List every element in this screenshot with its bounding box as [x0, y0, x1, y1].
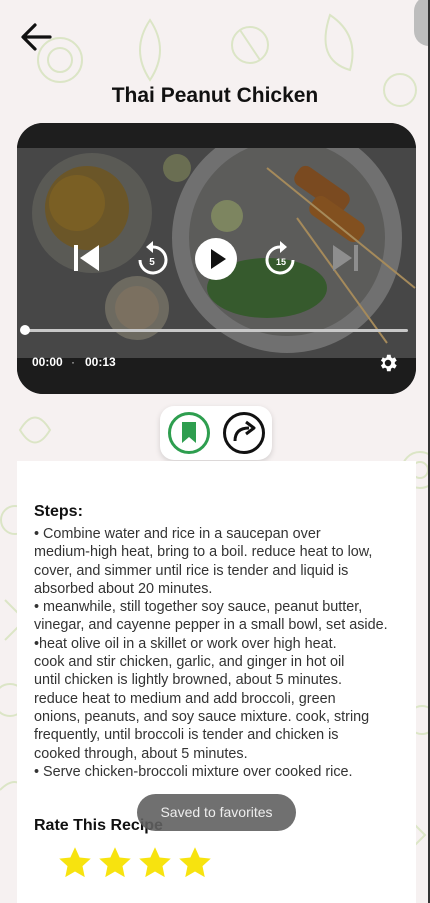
- recipe-title: Thai Peanut Chicken: [111, 84, 319, 107]
- video-player[interactable]: 5 15 00:00 · 00:13: [17, 123, 416, 394]
- star-icon[interactable]: [177, 845, 213, 881]
- bookmark-icon: [168, 412, 210, 454]
- back-button[interactable]: [16, 18, 56, 58]
- rewind-icon: 5: [138, 241, 168, 275]
- share-icon: [223, 412, 265, 454]
- rating-stars[interactable]: [57, 845, 213, 881]
- steps-text: • Combine water and rice in a saucepan o…: [34, 526, 388, 780]
- time-separator: ·: [71, 355, 75, 369]
- skip-next-icon: [333, 245, 358, 271]
- forward-seconds: 15: [276, 257, 286, 267]
- bookmark-button[interactable]: [167, 411, 211, 460]
- current-time: 00:00: [32, 355, 63, 369]
- toast-message: Saved to favorites: [137, 794, 296, 831]
- fast-forward-icon: 15: [265, 241, 295, 275]
- recipe-card: Steps: • Combine water and rice in a sau…: [17, 461, 416, 903]
- progress-bar[interactable]: [25, 329, 408, 332]
- settings-button[interactable]: [377, 352, 399, 379]
- share-button[interactable]: [222, 411, 266, 460]
- rewind-seconds: 5: [149, 257, 155, 268]
- skip-next-button[interactable]: [331, 243, 359, 278]
- settings-gear-icon: [380, 354, 397, 372]
- video-controls-bar: [17, 358, 416, 394]
- steps-heading: Steps:: [34, 503, 83, 520]
- skip-previous-icon: [74, 245, 99, 271]
- skip-previous-button[interactable]: [73, 243, 101, 278]
- play-icon: [195, 238, 237, 280]
- star-icon[interactable]: [97, 845, 133, 881]
- progress-thumb[interactable]: [20, 325, 30, 335]
- star-icon[interactable]: [137, 845, 173, 881]
- rewind-button[interactable]: 5: [136, 240, 168, 281]
- arrow-left-icon: [21, 23, 52, 51]
- star-icon[interactable]: [57, 845, 93, 881]
- video-top-bar: [17, 123, 416, 148]
- duration: 00:13: [85, 355, 116, 369]
- fast-forward-button[interactable]: 15: [265, 240, 297, 281]
- action-bar: [160, 406, 272, 460]
- play-button[interactable]: [194, 237, 238, 286]
